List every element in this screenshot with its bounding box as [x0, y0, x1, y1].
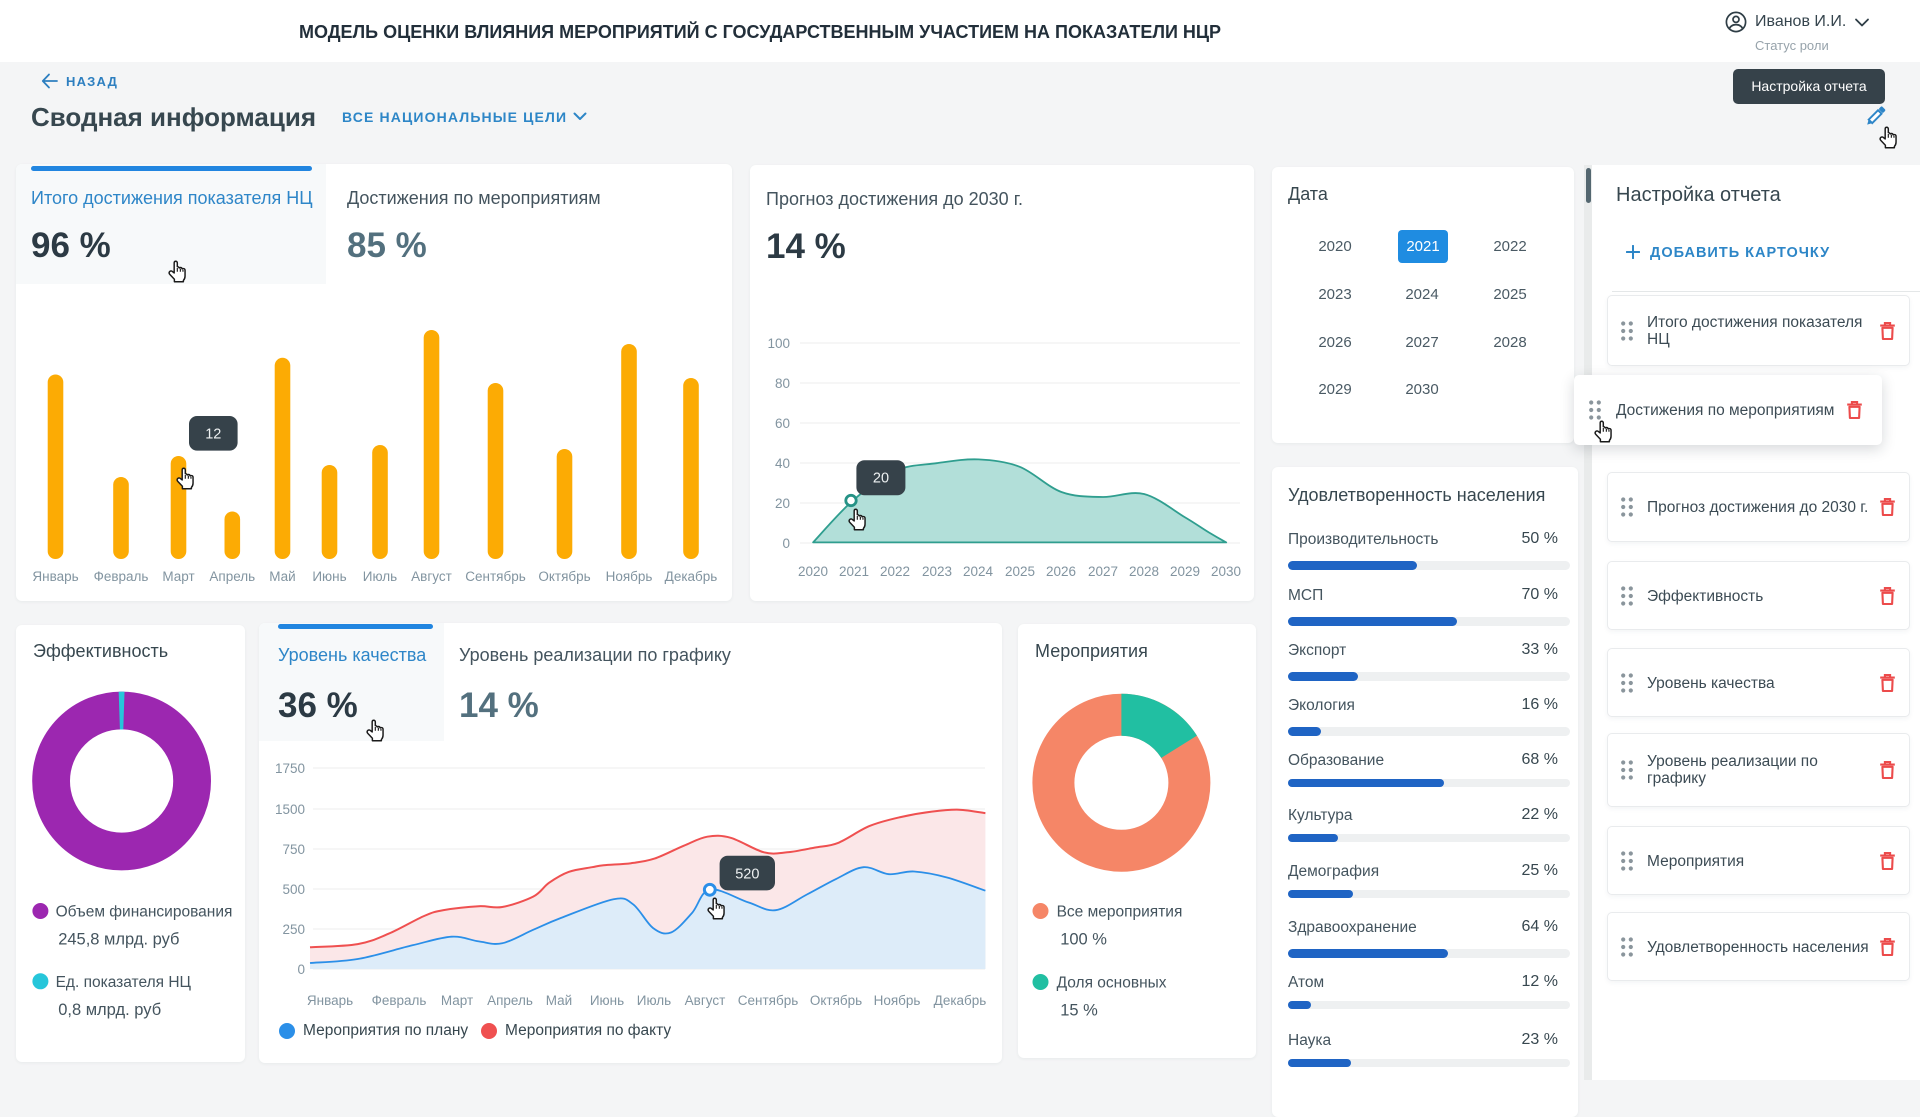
svg-text:Июль: Июль — [363, 569, 397, 584]
svg-text:Апрель: Апрель — [209, 569, 255, 584]
svg-text:2023: 2023 — [922, 564, 952, 579]
svg-text:Февраль: Февраль — [372, 993, 427, 1008]
svg-text:Ед. показателя НЦ: Ед. показателя НЦ — [56, 974, 192, 991]
svg-text:Сентябрь: Сентябрь — [465, 569, 525, 584]
svg-text:40: 40 — [775, 456, 790, 471]
svg-text:Все мероприятия: Все мероприятия — [1057, 904, 1183, 921]
svg-text:0: 0 — [782, 536, 790, 551]
svg-text:Декабрь: Декабрь — [665, 569, 718, 584]
svg-text:Ноябрь: Ноябрь — [606, 569, 653, 584]
svg-text:Август: Август — [411, 569, 452, 584]
svg-text:Август: Август — [685, 993, 726, 1008]
svg-text:Доля основных: Доля основных — [1057, 975, 1167, 992]
svg-text:520: 520 — [735, 866, 759, 882]
svg-text:Июнь: Июнь — [312, 569, 346, 584]
svg-text:20: 20 — [775, 496, 790, 511]
svg-text:Июль: Июль — [637, 993, 671, 1008]
svg-text:1750: 1750 — [275, 761, 305, 776]
svg-text:Январь: Январь — [307, 993, 353, 1008]
svg-text:Январь: Январь — [32, 569, 78, 584]
svg-text:Октябрь: Октябрь — [538, 569, 590, 584]
svg-text:750: 750 — [282, 842, 305, 857]
svg-text:Декабрь: Декабрь — [934, 993, 987, 1008]
svg-text:80: 80 — [775, 376, 790, 391]
svg-text:12: 12 — [205, 427, 221, 443]
svg-text:Октябрь: Октябрь — [810, 993, 862, 1008]
svg-text:Май: Май — [546, 993, 572, 1008]
svg-text:Сентябрь: Сентябрь — [738, 993, 798, 1008]
svg-text:2025: 2025 — [1005, 564, 1035, 579]
svg-text:Ноябрь: Ноябрь — [874, 993, 921, 1008]
svg-text:15 %: 15 % — [1060, 1002, 1098, 1020]
svg-text:245,8 млрд. руб: 245,8 млрд. руб — [58, 931, 179, 949]
svg-text:2027: 2027 — [1088, 564, 1118, 579]
svg-text:Май: Май — [269, 569, 295, 584]
svg-text:0: 0 — [297, 962, 305, 977]
svg-text:Апрель: Апрель — [487, 993, 533, 1008]
svg-text:Март: Март — [441, 993, 473, 1008]
svg-text:2030: 2030 — [1211, 564, 1241, 579]
svg-text:2024: 2024 — [963, 564, 994, 579]
svg-text:2028: 2028 — [1129, 564, 1159, 579]
svg-text:Июнь: Июнь — [590, 993, 624, 1008]
svg-text:20: 20 — [873, 471, 889, 487]
svg-text:Объем финансирования: Объем финансирования — [56, 904, 233, 921]
svg-text:250: 250 — [282, 922, 305, 937]
svg-text:2022: 2022 — [880, 564, 910, 579]
svg-text:2026: 2026 — [1046, 564, 1076, 579]
svg-text:0,8 млрд. руб: 0,8 млрд. руб — [58, 1001, 161, 1019]
svg-text:Февраль: Февраль — [94, 569, 149, 584]
svg-text:2029: 2029 — [1170, 564, 1200, 579]
svg-text:2020: 2020 — [798, 564, 828, 579]
svg-text:100 %: 100 % — [1060, 931, 1107, 949]
svg-text:60: 60 — [775, 416, 790, 431]
svg-text:1500: 1500 — [275, 802, 305, 817]
svg-text:2021: 2021 — [839, 564, 869, 579]
svg-text:500: 500 — [282, 882, 305, 897]
svg-text:100: 100 — [767, 336, 790, 351]
svg-text:Март: Март — [162, 569, 194, 584]
